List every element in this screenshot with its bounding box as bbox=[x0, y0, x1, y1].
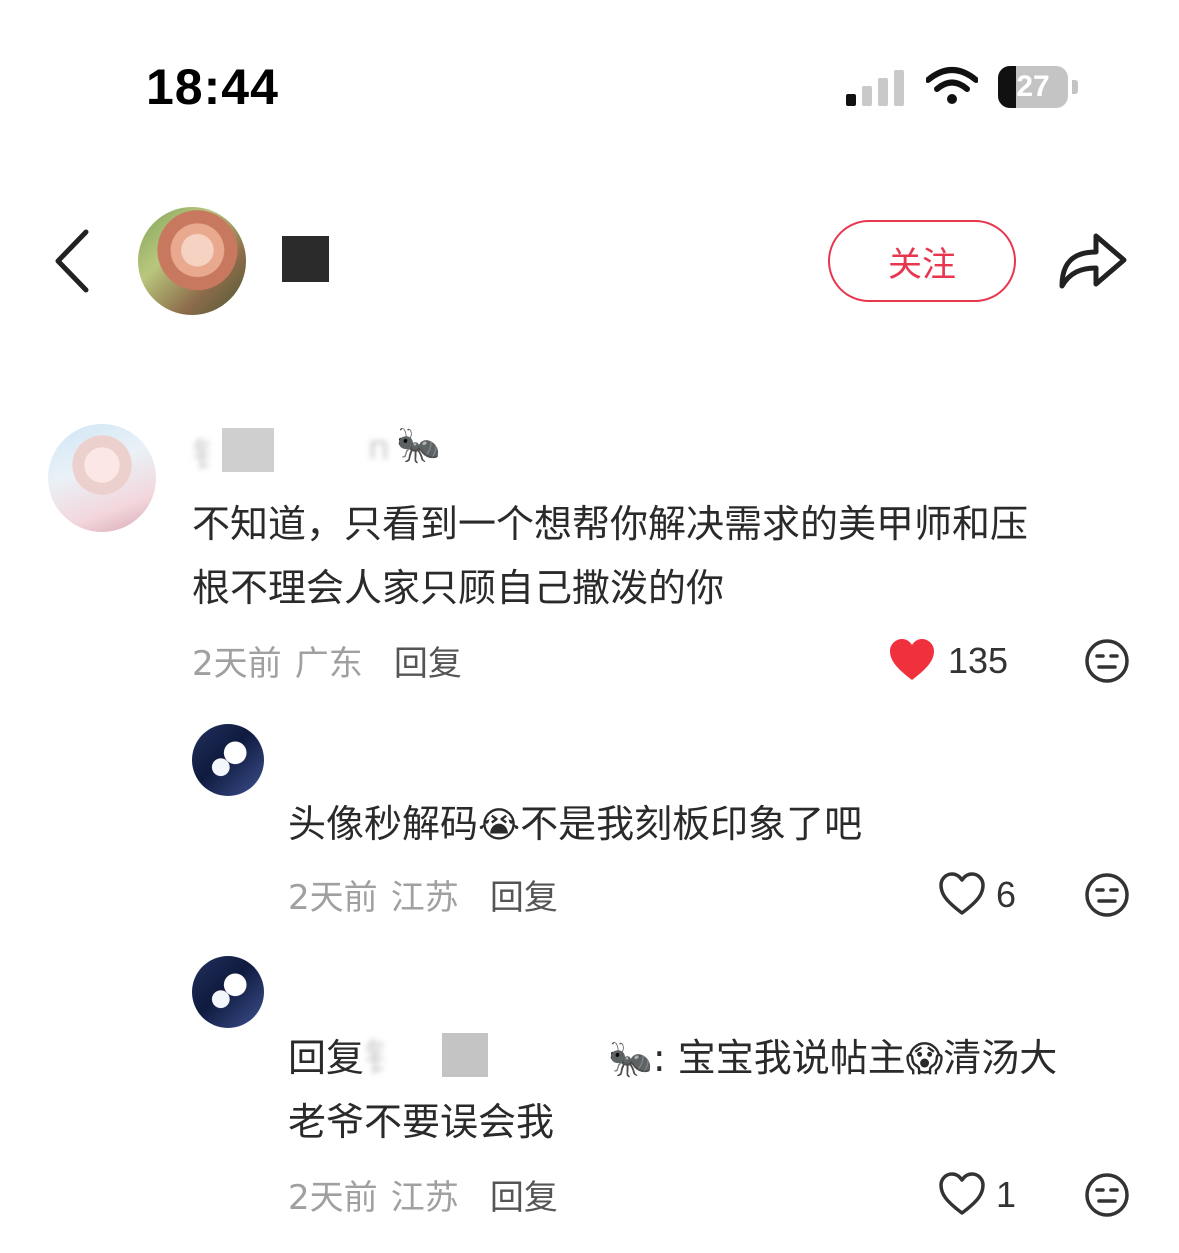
scared-emoji: 😱 bbox=[905, 1039, 944, 1080]
dislike-face-icon[interactable] bbox=[1084, 638, 1130, 684]
reply-prefix: 回复 bbox=[288, 1036, 365, 1080]
reply-time: 2天前 bbox=[288, 1178, 378, 1218]
reply-button[interactable]: 回复 bbox=[394, 644, 462, 684]
reply-text: 头像秒解码😭不是我刻板印象了吧 bbox=[288, 792, 1128, 858]
heart-outline-icon[interactable] bbox=[938, 1172, 986, 1216]
reply-meta: 2天前 江苏 回复 bbox=[288, 1170, 558, 1219]
reply-line: 回复钅 🐜: 宝宝我说帖主😱清汤大 bbox=[288, 1026, 1148, 1090]
name-fragment: n bbox=[368, 428, 390, 468]
back-arrow-icon[interactable] bbox=[52, 228, 92, 294]
battery-level: 27 bbox=[1016, 70, 1050, 103]
wifi-icon bbox=[926, 67, 978, 104]
reply-text-part: 清汤大 bbox=[943, 1036, 1058, 1080]
commenter-name[interactable]: 钅 n 🐜 bbox=[192, 424, 462, 476]
name-redaction bbox=[222, 428, 274, 472]
heart-filled-icon[interactable] bbox=[888, 638, 936, 682]
reply-location: 江苏 bbox=[390, 878, 459, 918]
reply-text-part: : 宝宝我说帖主 bbox=[652, 1036, 906, 1080]
reply-time: 2天前 bbox=[288, 878, 378, 918]
reply-button[interactable]: 回复 bbox=[490, 878, 558, 918]
like-count: 6 bbox=[996, 874, 1017, 915]
comment-meta: 2天前 广东 回复 bbox=[192, 636, 462, 685]
ant-emoji: 🐜 bbox=[608, 1039, 653, 1080]
battery-tip bbox=[1072, 80, 1078, 94]
status-time: 18:44 bbox=[146, 59, 279, 115]
replier-avatar[interactable] bbox=[192, 956, 264, 1028]
cellular-signal-icon bbox=[846, 70, 906, 106]
comment-text: 不知道，只看到一个想帮你解决需求的美甲师和压 根不理会人家只顾自己撒泼的你 bbox=[192, 492, 1132, 620]
commenter-avatar[interactable] bbox=[48, 424, 156, 532]
replier-avatar[interactable] bbox=[192, 724, 264, 796]
crying-emoji: 😭 bbox=[478, 805, 521, 846]
author-username-redacted[interactable] bbox=[282, 236, 329, 282]
author-avatar[interactable] bbox=[138, 207, 246, 315]
comment-line: 不知道，只看到一个想帮你解决需求的美甲师和压 bbox=[192, 502, 1029, 546]
reply-target-redaction bbox=[442, 1033, 489, 1077]
dislike-face-icon[interactable] bbox=[1084, 872, 1130, 918]
battery-icon: 27 bbox=[998, 66, 1068, 108]
reply-text-part: 头像秒解码 bbox=[288, 802, 479, 846]
dislike-face-icon[interactable] bbox=[1084, 1172, 1130, 1218]
reply-text: 回复钅 🐜: 宝宝我说帖主😱清汤大 老爷不要误会我 bbox=[288, 1026, 1148, 1154]
heart-outline-icon[interactable] bbox=[938, 872, 986, 916]
name-fragment: 钅 bbox=[192, 436, 226, 476]
reply-location: 江苏 bbox=[390, 1178, 459, 1218]
ant-emoji: 🐜 bbox=[396, 425, 441, 466]
reply-button[interactable]: 回复 bbox=[490, 1178, 558, 1218]
reply-text-part: 不是我刻板印象了吧 bbox=[520, 802, 863, 846]
reply-meta: 2天前 江苏 回复 bbox=[288, 870, 558, 919]
comment-line: 根不理会人家只顾自己撒泼的你 bbox=[192, 566, 725, 610]
like-count: 1 bbox=[996, 1174, 1017, 1215]
share-icon[interactable] bbox=[1056, 228, 1128, 290]
reply-target-fragment[interactable]: 钅 bbox=[364, 1036, 402, 1080]
like-count: 135 bbox=[948, 640, 1009, 681]
comment-time: 2天前 bbox=[192, 644, 282, 684]
reply-line: 老爷不要误会我 bbox=[288, 1100, 555, 1144]
comment-location: 广东 bbox=[294, 644, 363, 684]
follow-button[interactable]: 关注 bbox=[828, 220, 1016, 302]
